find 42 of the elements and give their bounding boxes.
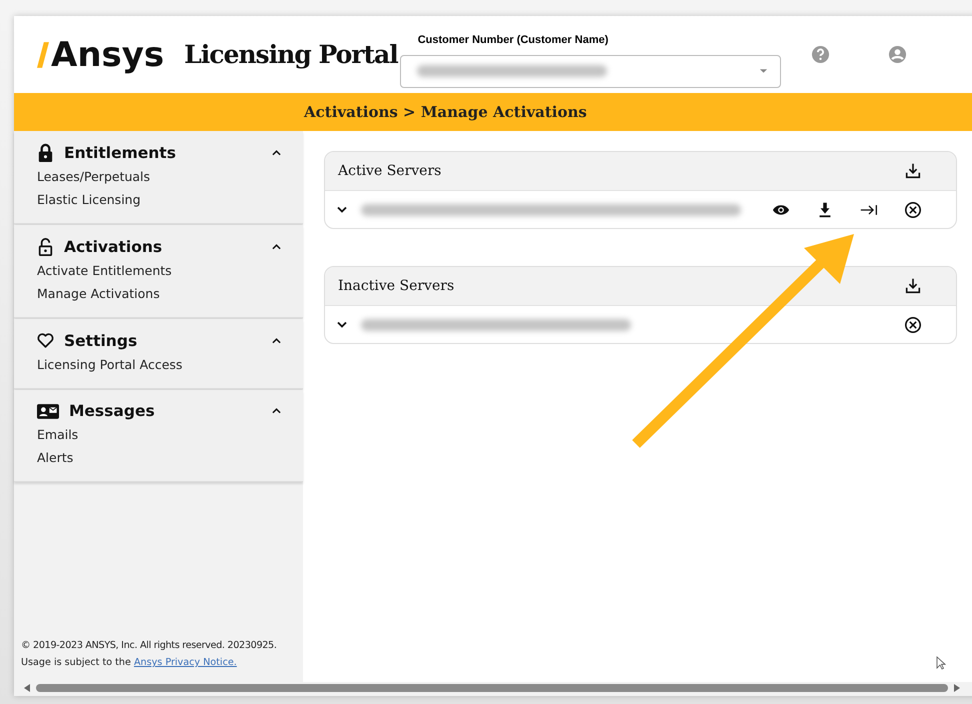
help-icon[interactable] (810, 45, 830, 64)
sidebar-link[interactable]: Manage Activations (37, 282, 281, 305)
lock-icon (37, 143, 54, 162)
remove-icon[interactable] (904, 200, 922, 218)
sidebar-link[interactable]: Alerts (37, 446, 281, 469)
scroll-right-icon[interactable] (954, 684, 960, 692)
section-title[interactable]: Activations (64, 238, 262, 256)
chevron-down-icon[interactable] (337, 321, 347, 328)
logo: Ansys (51, 34, 164, 76)
chevron-up-icon[interactable] (272, 338, 281, 344)
chevron-up-icon[interactable] (272, 150, 281, 156)
notice-text: Usage is subject to the (21, 657, 131, 668)
chevron-down-icon[interactable] (337, 206, 347, 213)
scroll-left-icon[interactable] (24, 684, 30, 692)
sidebar-link[interactable]: Activate Entitlements (37, 259, 281, 282)
copyright-text: © 2019-2023 ANSYS, Inc. All rights reserved. 20230925. (21, 640, 278, 651)
contact-card-icon (37, 402, 59, 420)
download-icon[interactable] (904, 277, 922, 295)
section-title[interactable]: Messages (69, 402, 262, 420)
portal-title: Licensing Portal (184, 40, 398, 69)
panel-title: Active Servers (338, 163, 442, 179)
cursor-icon (936, 656, 946, 670)
section-title[interactable]: Entitlements (64, 144, 262, 162)
unlock-icon (37, 237, 54, 256)
logo-slash-icon (37, 40, 49, 68)
remove-icon[interactable] (904, 316, 922, 334)
sidebar-link[interactable]: Elastic Licensing (37, 188, 281, 211)
sidebar-link[interactable]: Leases/Perpetuals (37, 165, 281, 188)
user-icon[interactable] (888, 45, 907, 64)
section-title[interactable]: Settings (64, 332, 262, 350)
sidebar-link[interactable]: Licensing Portal Access (37, 353, 281, 376)
privacy-link[interactable]: Ansys Privacy Notice. (134, 657, 237, 668)
caret-icon (758, 68, 768, 74)
download-icon[interactable] (904, 162, 922, 180)
field-label: Customer Number (Customer Name) (418, 34, 610, 46)
sidebar-link[interactable]: Emails (37, 423, 281, 446)
chevron-up-icon[interactable] (272, 244, 281, 250)
breadcrumb: Activations > Manage Activations (304, 103, 587, 121)
heart-icon (37, 331, 54, 350)
chevron-up-icon[interactable] (272, 408, 281, 414)
panel-title: Inactive Servers (338, 278, 454, 294)
scrollbar[interactable] (14, 682, 972, 696)
